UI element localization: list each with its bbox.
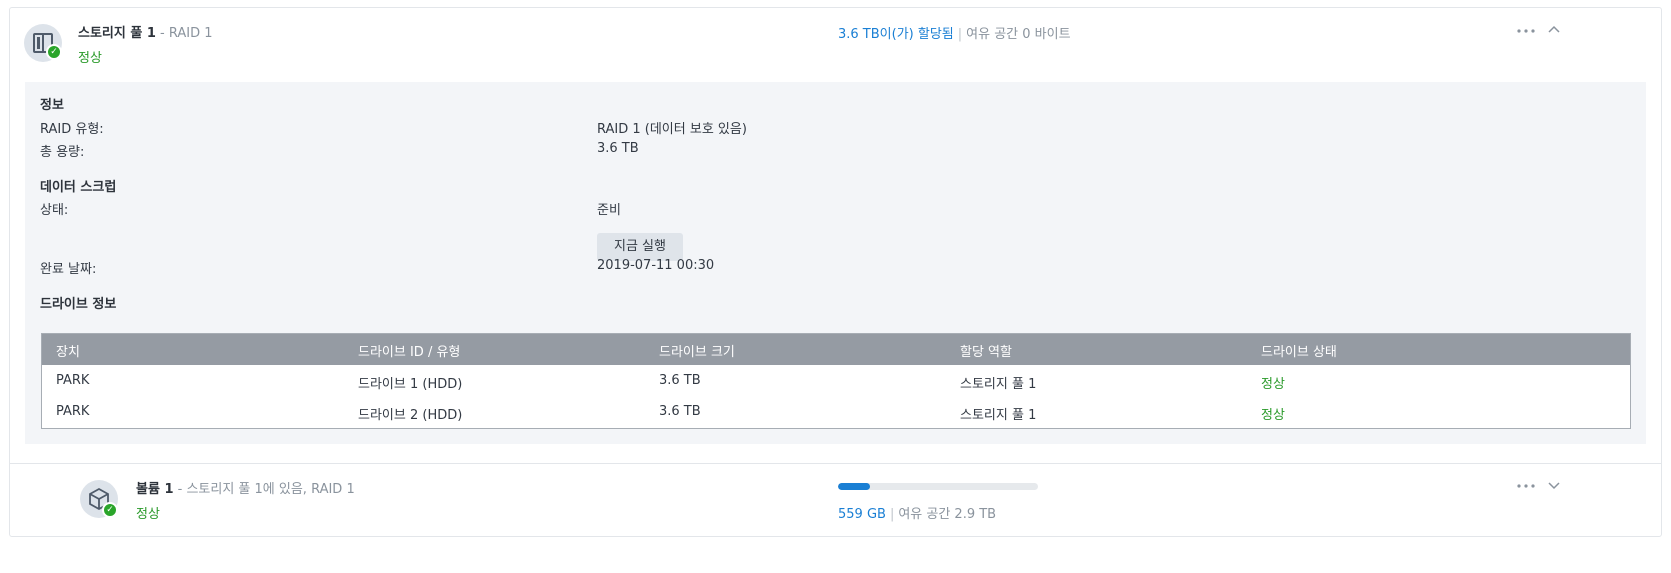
more-horizontal-icon <box>1517 29 1535 33</box>
drive-info-heading: 드라이브 정보 <box>40 297 117 312</box>
cell-drive-status: 정상 <box>1261 377 1285 392</box>
pool-name: 스토리지 풀 1 <box>78 26 156 41</box>
raid-type-label: RAID 유형: <box>40 122 104 137</box>
cell-drive-id: 드라이브 2 (HDD) <box>358 408 463 423</box>
cell-drive-size: 3.6 TB <box>659 404 701 419</box>
completed-date-label: 완료 날짜: <box>40 262 97 277</box>
volume-free-space: 여유 공간 2.9 TB <box>898 507 997 522</box>
completed-date-value: 2019-07-11 00:30 <box>597 258 715 273</box>
cell-drive-status: 정상 <box>1261 408 1285 423</box>
volume-usage-fill <box>838 483 870 490</box>
pool-title: 스토리지 풀 1 - RAID 1 <box>78 22 213 41</box>
pool-collapse-button[interactable] <box>1546 22 1562 38</box>
check-circle-icon: ✓ <box>102 502 118 518</box>
volume-location: - 스토리지 풀 1에 있음, RAID 1 <box>173 482 355 497</box>
volume-name: 볼륨 1 <box>136 482 174 497</box>
chevron-up-icon <box>1548 25 1560 33</box>
column-header-drive-status[interactable]: 드라이브 상태 <box>1261 341 1337 360</box>
column-header-drive-size[interactable]: 드라이브 크기 <box>659 341 735 360</box>
scrub-status-label: 상태: <box>40 203 69 218</box>
cell-drive-id: 드라이브 1 (HDD) <box>358 377 463 392</box>
pool-status: 정상 <box>78 51 102 66</box>
column-header-drive-id[interactable]: 드라이브 ID / 유형 <box>358 341 460 360</box>
pool-raid-label: - RAID 1 <box>155 26 213 41</box>
divider <box>9 463 1662 464</box>
scrub-status-value: 준비 <box>597 203 621 218</box>
scrub-heading: 데이터 스크럽 <box>40 180 117 195</box>
separator: | <box>957 27 963 42</box>
pool-more-button[interactable] <box>1514 25 1538 41</box>
chevron-down-icon <box>1548 482 1560 490</box>
cell-role: 스토리지 풀 1 <box>960 408 1037 423</box>
cell-device: PARK <box>56 404 90 419</box>
table-row[interactable]: PARK 드라이브 1 (HDD) 3.6 TB 스토리지 풀 1 정상 <box>42 365 1630 397</box>
more-horizontal-icon <box>1517 484 1535 488</box>
separator: | <box>889 507 895 522</box>
column-header-device[interactable]: 장치 <box>56 341 80 360</box>
pool-free-space: 여유 공간 0 바이트 <box>966 27 1071 42</box>
volume-expand-button[interactable] <box>1546 477 1562 493</box>
info-heading: 정보 <box>40 98 64 113</box>
volume-title: 볼륨 1 - 스토리지 풀 1에 있음, RAID 1 <box>136 478 355 497</box>
storage-pool-icon: ✓ <box>24 24 62 62</box>
cell-drive-size: 3.6 TB <box>659 373 701 388</box>
volume-usage-bar <box>838 483 1038 490</box>
cell-device: PARK <box>56 373 90 388</box>
volume-used: 559 GB <box>838 507 886 522</box>
check-circle-icon: ✓ <box>46 44 62 60</box>
volume-usage: 559 GB | 여유 공간 2.9 TB <box>838 503 996 522</box>
raid-type-value: RAID 1 (데이터 보호 있음) <box>597 122 747 137</box>
volume-status: 정상 <box>136 507 160 522</box>
column-header-role[interactable]: 할당 역할 <box>960 341 1012 360</box>
run-now-button[interactable]: 지금 실행 <box>597 233 683 261</box>
table-header: 장치 드라이브 ID / 유형 드라이브 크기 할당 역할 드라이브 상태 <box>42 334 1630 365</box>
volume-more-button[interactable] <box>1514 480 1538 496</box>
pool-allocation: 3.6 TB이(가) 할당됨 | 여유 공간 0 바이트 <box>838 23 1071 42</box>
cell-role: 스토리지 풀 1 <box>960 377 1037 392</box>
pool-details: 정보 RAID 유형: RAID 1 (데이터 보호 있음) 총 용량: 3.6… <box>25 82 1646 444</box>
capacity-value: 3.6 TB <box>597 141 639 156</box>
capacity-label: 총 용량: <box>40 145 85 160</box>
pool-allocated: 3.6 TB이(가) 할당됨 <box>838 27 954 42</box>
volume-cube-icon: ✓ <box>80 480 118 518</box>
table-row[interactable]: PARK 드라이브 2 (HDD) 3.6 TB 스토리지 풀 1 정상 <box>42 396 1630 428</box>
drive-table: 장치 드라이브 ID / 유형 드라이브 크기 할당 역할 드라이브 상태 PA… <box>41 333 1631 429</box>
